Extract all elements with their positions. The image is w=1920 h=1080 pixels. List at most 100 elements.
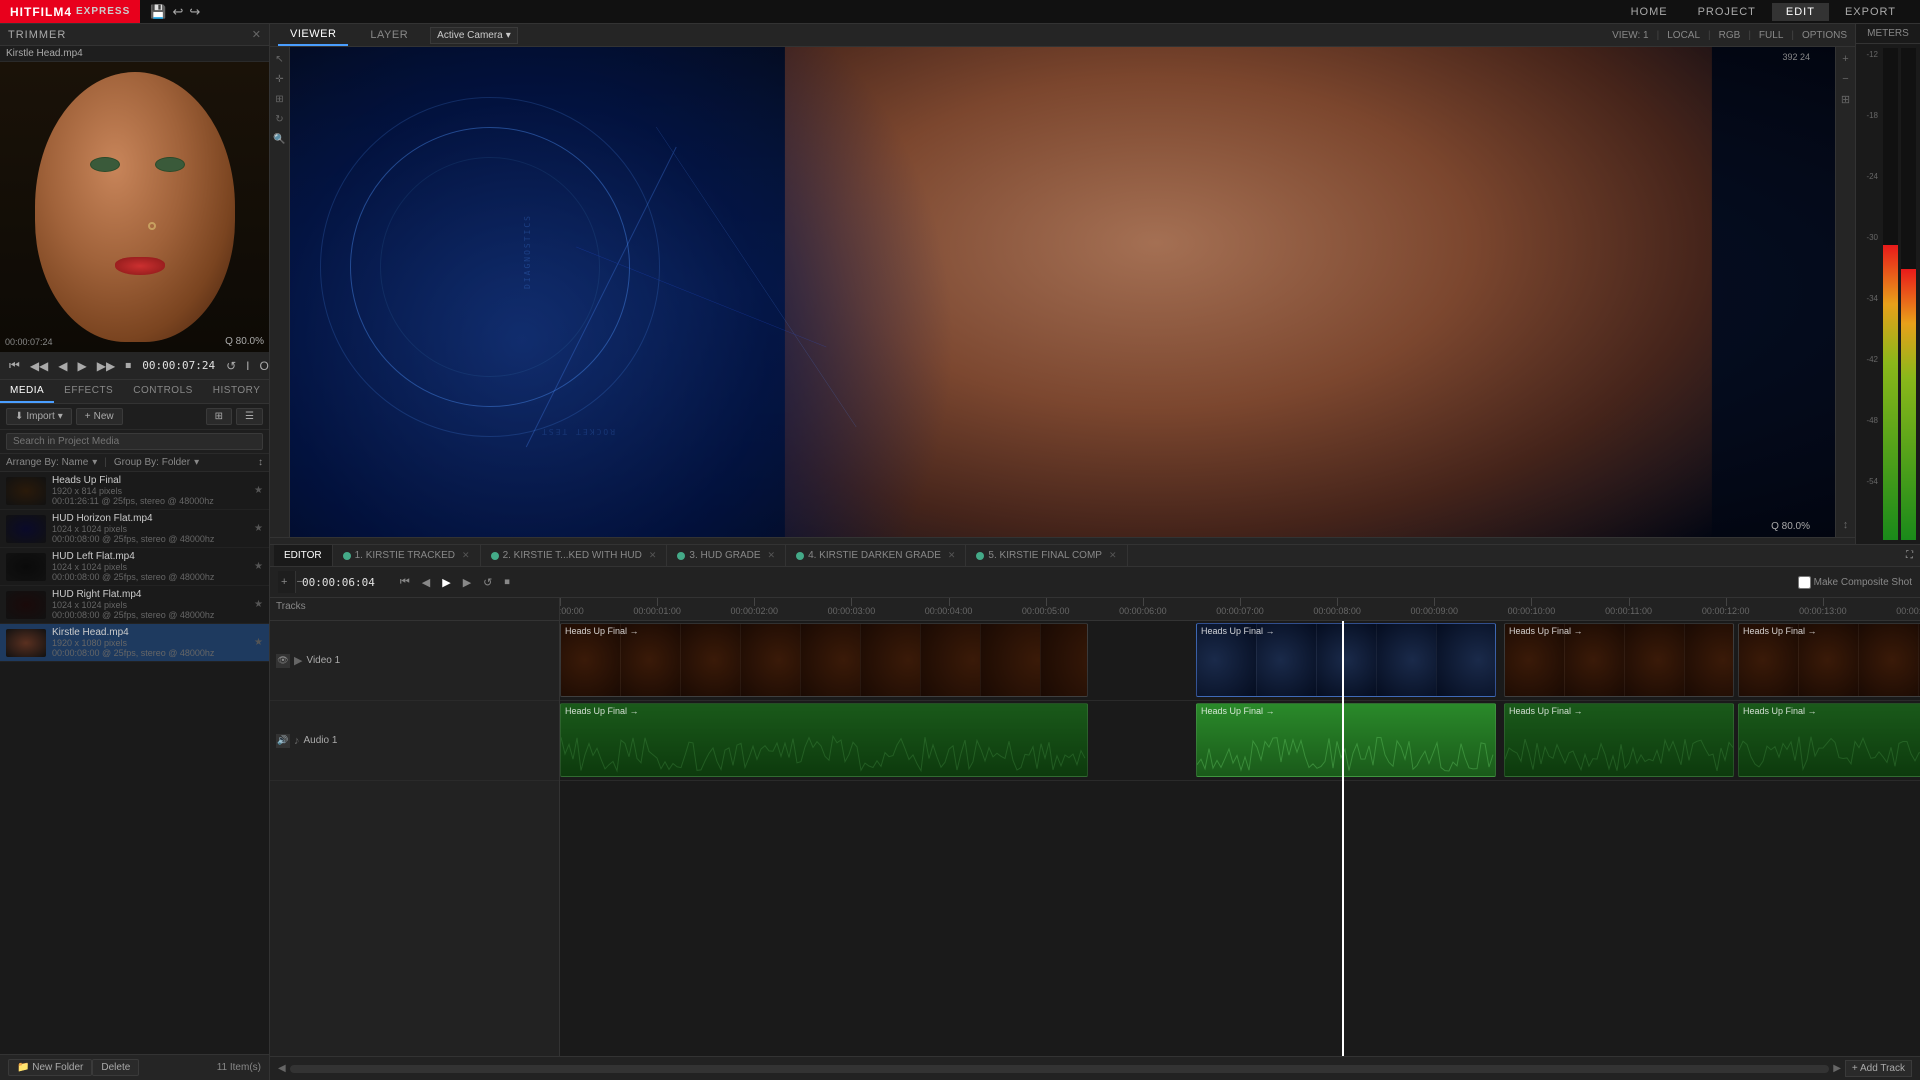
tab-kirstie-tracked[interactable]: 1. KIRSTIE TRACKED ✕ xyxy=(333,545,481,566)
options-option[interactable]: OPTIONS xyxy=(1802,30,1847,41)
trim-play-btn[interactable]: ▶ xyxy=(75,357,90,375)
media-star-2[interactable]: ★ xyxy=(254,561,263,572)
new-media-btn[interactable]: + New xyxy=(76,408,123,425)
timeline-scrollbar[interactable] xyxy=(290,1065,1830,1073)
viewer-tab-layer[interactable]: LAYER xyxy=(358,25,420,45)
tab-close-5[interactable]: ✕ xyxy=(1109,550,1117,561)
tab-effects[interactable]: EFFECTS xyxy=(54,380,123,403)
viewer-move-tool[interactable]: ✛ xyxy=(272,71,288,87)
tab-darken-grade[interactable]: 4. KIRSTIE DARKEN GRADE ✕ xyxy=(786,545,966,566)
timeline-scroll-left-btn[interactable]: ◀ xyxy=(278,1063,286,1074)
composite-shot-input[interactable] xyxy=(1798,576,1811,589)
tab-close-4[interactable]: ✕ xyxy=(948,550,956,561)
media-name-4: Kirstle Head.mp4 xyxy=(52,627,248,638)
tab-expand-btn[interactable]: ⛶ xyxy=(1903,548,1916,563)
trim-rewind-btn[interactable]: ⏮ xyxy=(6,356,23,375)
media-star-1[interactable]: ★ xyxy=(254,523,263,534)
sort-icon[interactable]: ↕ xyxy=(258,457,263,468)
kirstie-hud-label: 2. KIRSTIE T...KED WITH HUD xyxy=(503,550,642,561)
undo-icon[interactable]: ↩ xyxy=(172,4,183,20)
nav-btn-export[interactable]: EXPORT xyxy=(1831,3,1910,21)
playhead[interactable] xyxy=(1342,621,1344,1056)
meter-label-3: -30 xyxy=(1860,233,1880,294)
tab-hud-grade[interactable]: 3. HUD GRADE ✕ xyxy=(667,545,786,566)
audio-clip-1[interactable]: Heads Up Final → xyxy=(1196,703,1496,777)
nav-btn-project[interactable]: PROJECT xyxy=(1684,3,1770,21)
media-star-4[interactable]: ★ xyxy=(254,637,263,648)
media-star-3[interactable]: ★ xyxy=(254,599,263,610)
video-clip-2[interactable]: Heads Up Final → xyxy=(1504,623,1734,697)
tab-history[interactable]: HISTORY xyxy=(203,380,271,403)
tab-close-1[interactable]: ✕ xyxy=(462,550,470,561)
arrange-icon[interactable]: ▾ xyxy=(92,457,97,468)
viewer-arrow-tool[interactable]: ↖ xyxy=(272,51,288,67)
audio-clip-3[interactable]: Heads Up Final → xyxy=(1738,703,1920,777)
trimmer-close-icon[interactable]: ✕ xyxy=(252,28,261,41)
media-item-2[interactable]: HUD Left Flat.mp41024 x 1024 pixels00:00… xyxy=(0,548,269,586)
audio-clip-0[interactable]: Heads Up Final → xyxy=(560,703,1088,777)
video-clip-0[interactable]: Heads Up Final → xyxy=(560,623,1088,697)
trim-in-btn[interactable]: I xyxy=(243,357,252,375)
viewer-tool-2[interactable]: − xyxy=(1838,71,1854,87)
media-search-input[interactable] xyxy=(6,433,263,450)
viewer-tab-viewer[interactable]: VIEWER xyxy=(278,24,348,46)
ruler-mark-8 xyxy=(1337,598,1338,606)
video-clip-1[interactable]: Heads Up Final → xyxy=(1196,623,1496,697)
track-mute-btn[interactable]: 🔊 xyxy=(276,734,290,748)
tl-add-track-btn[interactable]: + xyxy=(278,575,290,589)
rgb-option[interactable]: RGB xyxy=(1719,30,1741,41)
tab-media[interactable]: MEDIA xyxy=(0,380,54,403)
media-star-0[interactable]: ★ xyxy=(254,485,263,496)
nav-btn-edit[interactable]: EDIT xyxy=(1772,3,1829,21)
tl-play-btn[interactable]: ▶ xyxy=(439,575,453,590)
tab-close-3[interactable]: ✕ xyxy=(768,550,776,561)
viewer-tool-1[interactable]: + xyxy=(1838,51,1854,67)
trim-step-fwd-btn[interactable]: ▶▶ xyxy=(94,357,118,375)
tracks-label: Tracks xyxy=(276,601,306,612)
tl-loop-btn[interactable]: ↺ xyxy=(480,575,495,590)
media-item-3[interactable]: HUD Right Flat.mp41024 x 1024 pixels00:0… xyxy=(0,586,269,624)
viewer-tool-4[interactable]: ↕ xyxy=(1838,517,1854,533)
trim-stop-btn[interactable]: ⏹ xyxy=(122,356,134,375)
tl-next-frame-btn[interactable]: ▶ xyxy=(460,575,474,590)
viewer-scale-tool[interactable]: ⊞ xyxy=(272,91,288,107)
trim-prev-frame-btn[interactable]: ◀◀ xyxy=(27,357,51,375)
viewer-zoom-tool[interactable]: 🔍 xyxy=(272,131,288,147)
media-item-0[interactable]: Heads Up Final1920 x 814 pixels00:01:26:… xyxy=(0,472,269,510)
audio-clip-2[interactable]: Heads Up Final → xyxy=(1504,703,1734,777)
save-icon[interactable]: 💾 xyxy=(150,4,166,20)
new-folder-btn[interactable]: 📁 New Folder xyxy=(8,1059,92,1076)
delete-btn[interactable]: Delete xyxy=(92,1059,139,1076)
tab-close-2[interactable]: ✕ xyxy=(649,550,657,561)
tab-kirstie-hud[interactable]: 2. KIRSTIE T...KED WITH HUD ✕ xyxy=(481,545,668,566)
view-option[interactable]: VIEW: 1 xyxy=(1612,30,1649,41)
tl-prev-frame-btn[interactable]: ◀ xyxy=(419,575,433,590)
media-item-4[interactable]: Kirstle Head.mp41920 x 1080 pixels00:00:… xyxy=(0,624,269,662)
timeline-scroll-right-btn[interactable]: ▶ xyxy=(1833,1063,1841,1074)
import-btn[interactable]: ⬇ Import ▾ xyxy=(6,408,72,425)
tl-stop-btn[interactable]: ⏹ xyxy=(501,575,513,590)
redo-icon[interactable]: ↪ xyxy=(189,4,200,20)
nav-btn-home[interactable]: HOME xyxy=(1617,3,1682,21)
trim-step-back-btn[interactable]: ◀ xyxy=(55,357,70,375)
tl-rewind-btn[interactable]: ⏮ xyxy=(397,575,413,590)
list-view-btn[interactable]: ☰ xyxy=(236,408,263,425)
media-item-1[interactable]: HUD Horizon Flat.mp41024 x 1024 pixels00… xyxy=(0,510,269,548)
ruler-mark-12 xyxy=(1726,598,1727,606)
tab-editor[interactable]: EDITOR xyxy=(274,545,333,566)
video-clip-3[interactable]: Heads Up Final → xyxy=(1738,623,1920,697)
local-option[interactable]: LOCAL xyxy=(1667,30,1700,41)
viewer-rotate-tool[interactable]: ↻ xyxy=(272,111,288,127)
track-visibility-btn[interactable]: 👁 xyxy=(276,654,290,668)
add-track-btn[interactable]: + Add Track xyxy=(1845,1060,1912,1077)
group-icon[interactable]: ▾ xyxy=(194,457,199,468)
trim-loop-btn[interactable]: ↺ xyxy=(223,357,239,375)
grid-view-btn[interactable]: ⊞ xyxy=(206,408,232,425)
tab-controls[interactable]: CONTROLS xyxy=(123,380,203,403)
viewer-tool-3[interactable]: ⊞ xyxy=(1838,91,1854,107)
tab-final-comp[interactable]: 5. KIRSTIE FINAL COMP ✕ xyxy=(966,545,1127,566)
timeline-ruler[interactable]: 00:00:00:0000:00:01:0000:00:02:0000:00:0… xyxy=(560,598,1920,620)
full-option[interactable]: FULL xyxy=(1759,30,1783,41)
camera-dropdown[interactable]: Active Camera ▾ xyxy=(430,27,518,44)
composite-shot-checkbox[interactable]: Make Composite Shot xyxy=(1798,576,1912,589)
